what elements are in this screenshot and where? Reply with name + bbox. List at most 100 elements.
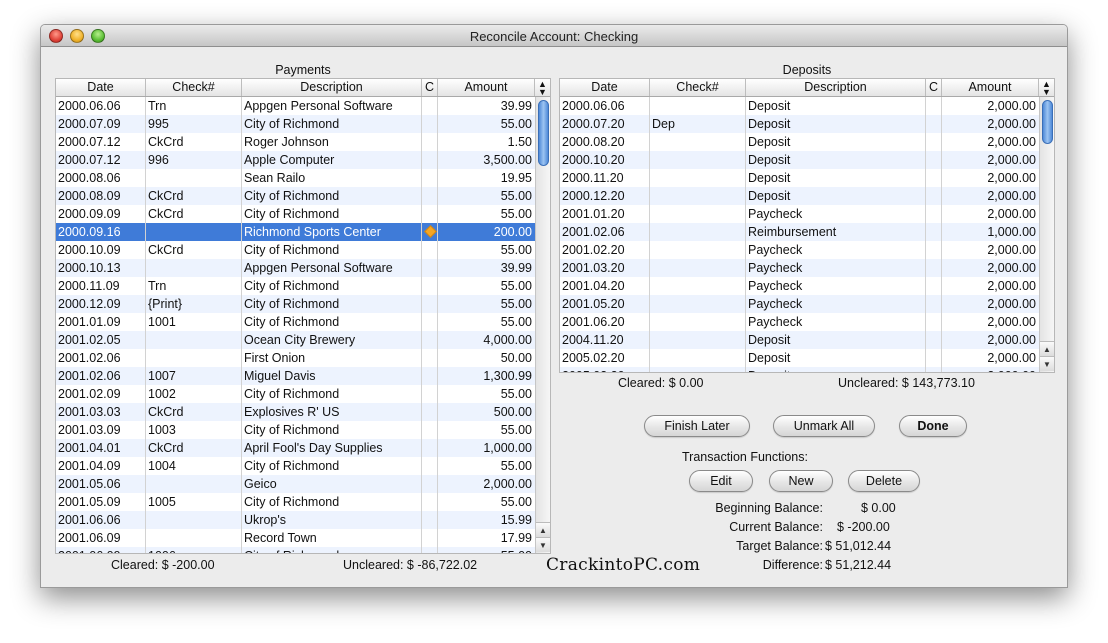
cell-cleared[interactable] — [926, 115, 942, 133]
payments-table-body[interactable]: 2000.06.06 Trn Appgen Personal Software 39.… — [56, 97, 535, 553]
cell-cleared[interactable] — [926, 367, 942, 372]
table-row[interactable]: 2000.11.09 Trn City of Richmond 55.00 — [56, 277, 535, 295]
table-row[interactable]: 2001.06.20 Paycheck 2,000.00 — [560, 313, 1039, 331]
cell-cleared[interactable] — [422, 385, 438, 403]
table-row[interactable]: 2000.07.20 Dep Deposit 2,000.00 — [560, 115, 1039, 133]
cell-cleared[interactable] — [926, 205, 942, 223]
table-row[interactable]: 2000.07.12 996 Apple Computer 3,500.00 — [56, 151, 535, 169]
cell-cleared[interactable] — [926, 151, 942, 169]
cell-cleared[interactable] — [422, 295, 438, 313]
cell-cleared[interactable] — [926, 187, 942, 205]
payments-column-cleared[interactable]: C — [422, 79, 438, 96]
cleared-marker-icon[interactable] — [424, 225, 437, 238]
table-row[interactable]: 2000.09.09 CkCrd City of Richmond 55.00 — [56, 205, 535, 223]
table-row[interactable]: 2000.10.13 Appgen Personal Software 39.99 — [56, 259, 535, 277]
cell-cleared[interactable] — [422, 313, 438, 331]
table-row[interactable]: 2001.05.06 Geico 2,000.00 — [56, 475, 535, 493]
table-row[interactable]: 2005.03.20 Deposit 2,000.00 — [560, 367, 1039, 372]
table-row[interactable]: 2001.01.09 1001 City of Richmond 55.00 — [56, 313, 535, 331]
cell-cleared[interactable] — [926, 133, 942, 151]
table-row[interactable]: 2000.12.09 {Print} City of Richmond 55.00 — [56, 295, 535, 313]
cell-cleared[interactable] — [926, 259, 942, 277]
cell-cleared[interactable] — [926, 295, 942, 313]
table-row[interactable]: 2001.06.09 Record Town 17.99 — [56, 529, 535, 547]
scroll-up-arrow-icon[interactable]: ▲ — [1040, 341, 1054, 356]
payments-column-description[interactable]: Description — [242, 79, 422, 96]
cell-cleared[interactable] — [422, 529, 438, 547]
deposits-column-amount[interactable]: Amount — [942, 79, 1039, 96]
cell-cleared[interactable] — [422, 475, 438, 493]
deposits-scrollbar[interactable]: ▲ ▼ — [1039, 97, 1054, 372]
cell-cleared[interactable] — [422, 223, 438, 241]
deposits-column-description[interactable]: Description — [746, 79, 926, 96]
cell-cleared[interactable] — [926, 331, 942, 349]
cell-cleared[interactable] — [422, 493, 438, 511]
table-row[interactable]: 2000.12.20 Deposit 2,000.00 — [560, 187, 1039, 205]
payments-table[interactable]: Date Check# Description C Amount ▲ ▼ 2000.06.06… — [55, 78, 551, 554]
cell-cleared[interactable] — [422, 403, 438, 421]
table-row[interactable]: 2000.07.09 995 City of Richmond 55.00 — [56, 115, 535, 133]
cell-cleared[interactable] — [422, 547, 438, 553]
scrollbar-thumb[interactable] — [1042, 100, 1053, 144]
cell-cleared[interactable] — [926, 97, 942, 115]
table-row[interactable]: 2001.02.20 Paycheck 2,000.00 — [560, 241, 1039, 259]
sort-arrows-icon[interactable]: ▲ ▼ — [1039, 79, 1054, 97]
delete-button[interactable]: Delete — [848, 470, 920, 492]
table-row[interactable]: 2000.11.20 Deposit 2,000.00 — [560, 169, 1039, 187]
cell-cleared[interactable] — [422, 331, 438, 349]
deposits-table[interactable]: Date Check# Description C Amount ▲ ▼ 2000.06.06… — [559, 78, 1055, 373]
payments-scrollbar[interactable]: ▲ ▼ — [535, 97, 550, 553]
table-row[interactable]: 2001.02.06 First Onion 50.00 — [56, 349, 535, 367]
table-row[interactable]: 2001.03.20 Paycheck 2,000.00 — [560, 259, 1039, 277]
table-row[interactable]: 2001.02.09 1002 City of Richmond 55.00 — [56, 385, 535, 403]
cell-cleared[interactable] — [422, 241, 438, 259]
scroll-down-arrow-icon[interactable]: ▼ — [536, 537, 550, 552]
deposits-column-cleared[interactable]: C — [926, 79, 942, 96]
cell-cleared[interactable] — [422, 205, 438, 223]
cell-cleared[interactable] — [422, 169, 438, 187]
cell-cleared[interactable] — [926, 223, 942, 241]
cell-cleared[interactable] — [422, 349, 438, 367]
table-row[interactable]: 2001.06.091006City of Richmond 55.00 — [56, 547, 535, 553]
table-row[interactable]: 2005.02.20 Deposit 2,000.00 — [560, 349, 1039, 367]
cell-cleared[interactable] — [926, 169, 942, 187]
cell-cleared[interactable] — [422, 151, 438, 169]
done-button[interactable]: Done — [899, 415, 967, 437]
table-row[interactable]: 2000.06.06 Deposit 2,000.00 — [560, 97, 1039, 115]
deposits-column-date[interactable]: Date — [560, 79, 650, 96]
table-row[interactable]: 2000.09.16 Richmond Sports Center 200.00 — [56, 223, 535, 241]
table-row[interactable]: 2000.08.20 Deposit 2,000.00 — [560, 133, 1039, 151]
deposits-table-body[interactable]: 2000.06.06 Deposit 2,000.00 2000.07.20 Dep De… — [560, 97, 1039, 372]
table-row[interactable]: 2000.08.06 Sean Railo 19.95 — [56, 169, 535, 187]
sort-arrows-icon[interactable]: ▲ ▼ — [535, 79, 550, 97]
table-row[interactable]: 2001.03.03 CkCrd Explosives R' US 500.00 — [56, 403, 535, 421]
scroll-up-arrow-icon[interactable]: ▲ — [536, 522, 550, 537]
scrollbar-thumb[interactable] — [538, 100, 549, 166]
payments-column-date[interactable]: Date — [56, 79, 146, 96]
cell-cleared[interactable] — [422, 421, 438, 439]
table-row[interactable]: 2000.07.12 CkCrd Roger Johnson 1.50 — [56, 133, 535, 151]
table-row[interactable]: 2001.03.09 1003 City of Richmond 55.00 — [56, 421, 535, 439]
cell-cleared[interactable] — [422, 187, 438, 205]
table-row[interactable]: 2001.04.09 1004 City of Richmond 55.00 — [56, 457, 535, 475]
cell-cleared[interactable] — [422, 457, 438, 475]
table-row[interactable]: 2001.01.20 Paycheck 2,000.00 — [560, 205, 1039, 223]
edit-button[interactable]: Edit — [689, 470, 753, 492]
table-row[interactable]: 2004.11.20 Deposit 2,000.00 — [560, 331, 1039, 349]
scroll-down-arrow-icon[interactable]: ▼ — [1040, 356, 1054, 371]
cell-cleared[interactable] — [422, 115, 438, 133]
table-row[interactable]: 2001.04.01 CkCrd April Fool's Day Supplies… — [56, 439, 535, 457]
table-row[interactable]: 2001.05.20 Paycheck 2,000.00 — [560, 295, 1039, 313]
table-row[interactable]: 2000.10.09 CkCrd City of Richmond 55.00 — [56, 241, 535, 259]
table-row[interactable]: 2000.06.06 Trn Appgen Personal Software 39.… — [56, 97, 535, 115]
table-row[interactable]: 2001.05.09 1005 City of Richmond 55.00 — [56, 493, 535, 511]
cell-cleared[interactable] — [422, 133, 438, 151]
cell-cleared[interactable] — [422, 259, 438, 277]
table-row[interactable]: 2001.04.20 Paycheck 2,000.00 — [560, 277, 1039, 295]
table-row[interactable]: 2000.08.09 CkCrd City of Richmond 55.00 — [56, 187, 535, 205]
cell-cleared[interactable] — [926, 313, 942, 331]
unmark-all-button[interactable]: Unmark All — [773, 415, 875, 437]
cell-cleared[interactable] — [422, 439, 438, 457]
table-row[interactable]: 2000.10.20 Deposit 2,000.00 — [560, 151, 1039, 169]
cell-cleared[interactable] — [422, 511, 438, 529]
